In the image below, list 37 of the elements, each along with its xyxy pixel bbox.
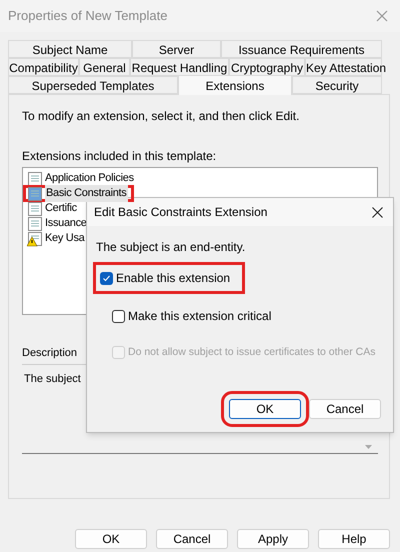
document-warning-icon xyxy=(27,230,43,246)
document-icon xyxy=(27,216,43,232)
checkbox: Do not allow subject to issue certificates to other CAs xyxy=(105,338,382,368)
dialog-message: The subject is an end-entity. xyxy=(96,239,246,256)
dialog-button[interactable]: Cancel xyxy=(156,529,228,549)
instruction-text: To modify an extension, select it, and then click Edit. xyxy=(22,108,300,125)
tab[interactable]: Security xyxy=(292,76,382,94)
dialog-button[interactable]: Cancel xyxy=(309,399,381,419)
tab[interactable]: Issuance Requirements xyxy=(221,40,382,58)
tab[interactable]: General xyxy=(79,58,130,76)
list-item[interactable]: Application Policies xyxy=(23,170,140,187)
dialog-button[interactable]: Apply xyxy=(237,529,309,549)
scroll-arrow-icon[interactable] xyxy=(365,444,372,448)
description-label: Description xyxy=(22,346,78,361)
tab[interactable]: Cryptography xyxy=(229,58,305,76)
tab[interactable]: Subject Name xyxy=(8,40,132,58)
list-item[interactable]: Certific xyxy=(23,200,83,217)
document-icon xyxy=(27,200,43,216)
list-label: Extensions included in this template: xyxy=(22,148,216,165)
description-text: The subject xyxy=(24,372,81,384)
dialog-title: Edit Basic Constraints Extension xyxy=(94,204,268,221)
checkbox[interactable]: Enable this extension xyxy=(93,262,246,294)
document-icon xyxy=(27,170,43,186)
checkbox[interactable]: Make this extension critical xyxy=(105,300,278,332)
window-title: Properties of New Template xyxy=(8,7,168,26)
tab[interactable]: Extensions xyxy=(178,75,292,95)
dialog-button[interactable]: Help xyxy=(318,529,390,549)
document-icon xyxy=(27,186,43,202)
tab[interactable]: Compatibility xyxy=(8,58,79,76)
tab[interactable]: Server xyxy=(132,40,221,58)
tab[interactable]: Request Handling xyxy=(130,58,229,76)
list-item[interactable]: Issuance xyxy=(23,215,93,232)
list-item[interactable]: Key Usa xyxy=(23,230,90,247)
close-icon[interactable] xyxy=(372,206,383,218)
tab[interactable]: Superseded Templates xyxy=(8,76,178,94)
dialog-button[interactable]: OK xyxy=(75,529,147,549)
check-icon xyxy=(102,274,111,282)
